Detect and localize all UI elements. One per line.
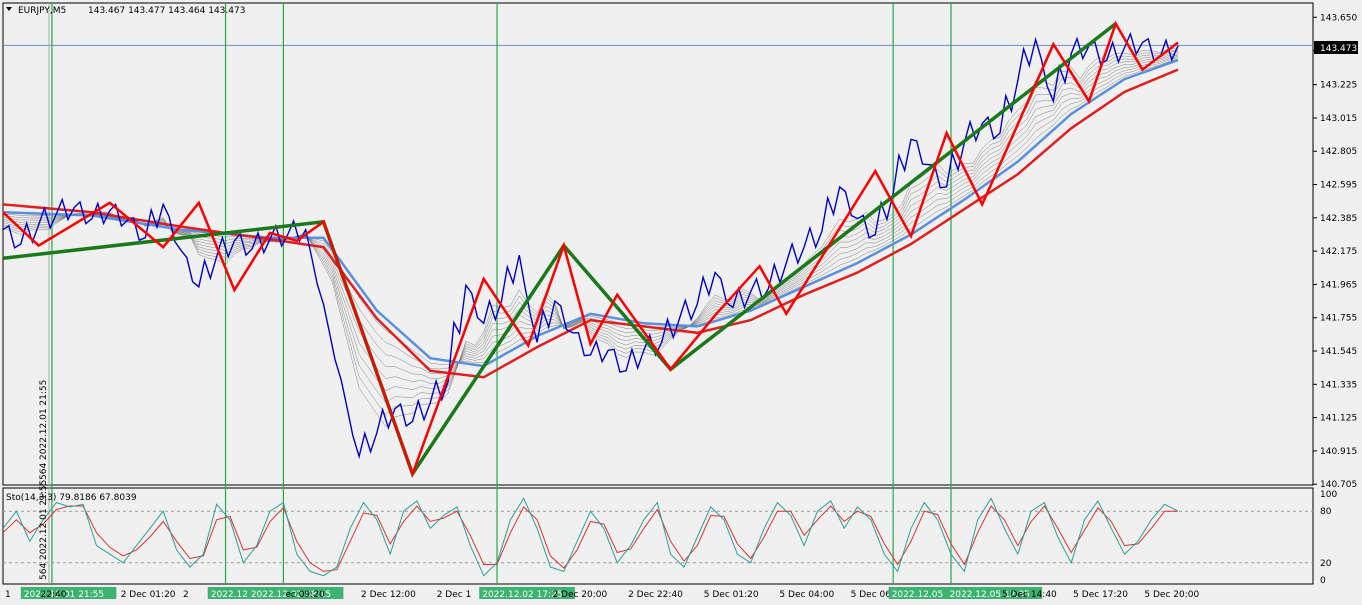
price-tick-label-0: 143.650 — [1320, 13, 1357, 23]
price-tick-label-5: 142.595 — [1320, 181, 1357, 191]
time-label-20: 5 Dec 20:00 — [1144, 590, 1199, 600]
price-tick-label-9: 141.755 — [1320, 314, 1357, 324]
time-tag-10: 2022.12.02 17:25 — [482, 590, 562, 600]
plot-background — [2, 2, 1314, 585]
price-tick-label-10: 141.545 — [1320, 347, 1357, 357]
time-label-3: 2 Dec 01:20 — [121, 590, 176, 600]
osc-tick-label-2: 20 — [1320, 559, 1332, 569]
price-tick-label-3: 143.015 — [1320, 114, 1357, 124]
time-label-13: 5 Dec 01:20 — [704, 590, 759, 600]
price-tick-label-12: 141.125 — [1320, 414, 1357, 424]
osc-vertical-caption: 564 2022.12.01 21:55 — [39, 480, 49, 580]
vertical-caption: 564 2022.12.01 21:55 — [39, 380, 49, 480]
time-label-14: 5 Dec 04:00 — [779, 590, 834, 600]
price-tick-label-11: 141.335 — [1320, 380, 1357, 390]
time-label-11: 2 Dec 20:00 — [552, 590, 607, 600]
osc-plot-frame — [2, 487, 1314, 585]
stochastic-label: Sto(14,3,3) 79.8186 67.8039 — [6, 493, 137, 503]
price-tick-label-2: 143.225 — [1320, 81, 1357, 91]
time-label-4: 2 — [183, 590, 189, 600]
ohlc-values: 143.467 143.477 143.464 143.473 — [88, 6, 245, 16]
price-tick-label-7: 142.175 — [1320, 247, 1357, 257]
time-label-18: 5 Dec 14:40 — [1002, 590, 1057, 600]
price-tick-label-13: 140.915 — [1320, 447, 1357, 457]
price-tick-label-8: 141.965 — [1320, 280, 1357, 290]
time-label-9: 2 Dec 1 — [437, 590, 472, 600]
price-tick-label-6: 142.385 — [1320, 214, 1357, 224]
time-label-7: ec 09:20 — [285, 590, 325, 600]
time-label-0: 1 — [5, 590, 11, 600]
current-price-tag: 143.473 — [1320, 44, 1357, 54]
osc-tick-label-1: 80 — [1320, 507, 1332, 517]
osc-tick-label-0: 100 — [1320, 490, 1337, 500]
time-label-19: 5 Dec 17:20 — [1073, 590, 1128, 600]
time-label-12: 2 Dec 22:40 — [628, 590, 683, 600]
osc-tick-label-3: 0 — [1320, 576, 1326, 586]
price-tick-label-14: 140.705 — [1320, 480, 1357, 490]
price-plot-frame — [2, 2, 1314, 486]
price-tick-label-4: 142.805 — [1320, 147, 1357, 157]
time-label-2: 22:40 — [41, 590, 67, 600]
time-label-8: 2 Dec 12:00 — [361, 590, 416, 600]
symbol-label: EURJPY,M5 — [18, 6, 66, 16]
time-tag-16: 2022.12.05 1 — [892, 590, 952, 600]
chart-canvas: 143.650143.440143.225143.015142.805142.5… — [2, 2, 1358, 600]
